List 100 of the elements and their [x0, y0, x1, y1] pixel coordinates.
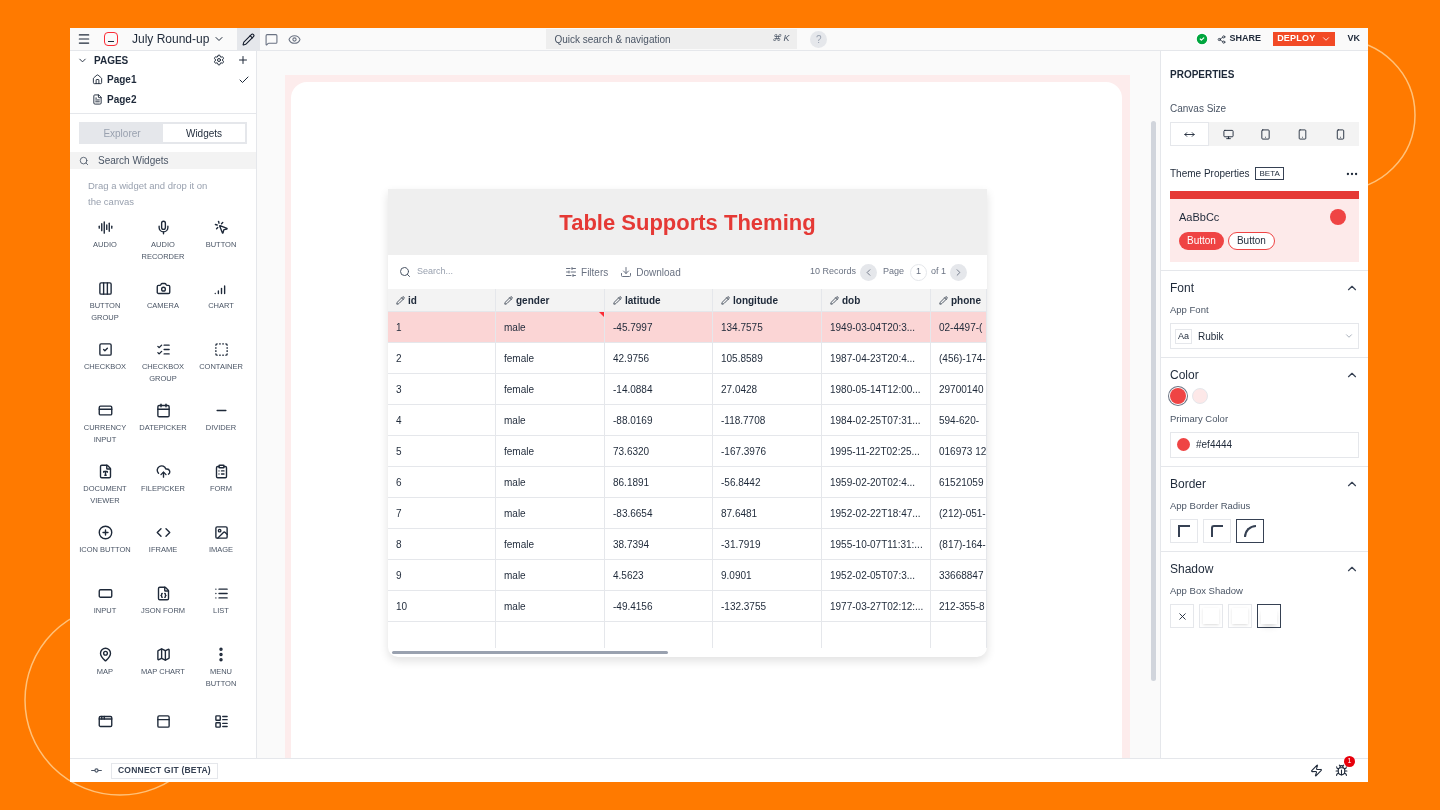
table-cell-text: female — [504, 444, 534, 459]
table-cell-text: 61521059 — [939, 475, 984, 490]
properties-title: PROPERTIES — [1170, 69, 1235, 80]
theme-sample-text: AaBbCc — [1179, 210, 1220, 225]
search-icon — [399, 266, 411, 278]
microphone-icon — [155, 220, 171, 235]
section-title: Shadow — [1170, 560, 1214, 578]
table-cell-text: male — [504, 599, 526, 614]
table-row[interactable]: 5 female 73.6320 -167.3976 1995-11-22T02:25... 016973 12 — [388, 436, 987, 467]
section-title: Border — [1170, 475, 1207, 493]
filter-icon — [565, 266, 578, 278]
download-button[interactable]: Download — [620, 264, 681, 280]
share-icon — [1216, 34, 1226, 44]
layout-list-icon — [213, 714, 229, 729]
border-radius-label: App Border Radius — [1170, 498, 1252, 513]
map-icon — [155, 647, 171, 662]
table-cell-text: female — [504, 537, 534, 552]
table-cell-text: male — [504, 320, 526, 335]
table-row[interactable]: 9 male 4.5623 9.0901 1952-02-05T07:3... 33668847 — [388, 560, 987, 591]
color-swatch[interactable] — [1192, 388, 1208, 405]
page-item[interactable]: Page2 — [70, 89, 256, 110]
app-name-dropdown[interactable]: July Round-up — [132, 30, 226, 48]
page-item[interactable]: Page1 — [70, 69, 256, 90]
edit-icon — [830, 295, 839, 305]
table-cell-text: 594-620- — [939, 413, 980, 428]
table-row[interactable]: 1 male -45.7997 134.7575 1949-03-04T20:3... 02-4497-( — [388, 312, 987, 343]
theme-preview-card[interactable]: AaBbCc Button Button — [1170, 191, 1359, 262]
input-icon — [97, 586, 113, 601]
table-row[interactable]: 7 male -83.6654 87.6481 1952-02-22T18:47... (212)-051- — [388, 498, 987, 529]
tablet-icon — [1297, 128, 1308, 140]
app-font-label: App Font — [1170, 303, 1210, 317]
column-title: latitude — [625, 293, 661, 308]
bug-icon[interactable] — [1335, 764, 1348, 777]
lightning-icon[interactable] — [1310, 764, 1323, 777]
widget-hint: Drag a widget and drop it on the canvas — [87, 179, 209, 209]
json-form-icon — [155, 586, 171, 601]
table-row[interactable]: 10 male -49.4156 -132.3755 1977-03-27T02:12:... 212-355-8 — [388, 591, 987, 622]
filters-button[interactable]: Filters — [565, 264, 609, 280]
plus-circle-icon — [97, 525, 113, 540]
font-prefix-badge: Aa — [1175, 328, 1192, 344]
table-row[interactable]: 3 female -14.0884 27.0428 1980-05-14T12:00... 29700140 — [388, 374, 987, 405]
table-cell-text: (456)-174- — [939, 351, 986, 366]
table-cell-text: 8 — [396, 537, 402, 552]
theme-properties-label: Theme Properties — [1170, 167, 1250, 181]
table-cell-text: 29700140 — [939, 382, 984, 397]
user-avatar[interactable]: VK — [1347, 32, 1360, 46]
column-header[interactable]: longitude — [713, 289, 822, 311]
table-cell-text: 4 — [396, 413, 402, 428]
share-button[interactable]: SHARE — [1216, 32, 1262, 46]
column-header[interactable]: phone — [931, 289, 987, 311]
color-swatch[interactable] — [1170, 388, 1186, 405]
table-cell-text: 87.6481 — [721, 506, 758, 521]
horizontal-scrollbar[interactable] — [392, 651, 668, 654]
quick-search-field[interactable]: Quick search & navigation ⌘ K — [546, 29, 798, 49]
edit-icon — [504, 295, 513, 305]
table-cell-text: -167.3976 — [721, 444, 767, 459]
menu-icon[interactable] — [77, 32, 91, 46]
primary-color-label: Primary Color — [1170, 412, 1230, 427]
app-logo-icon[interactable] — [104, 32, 118, 46]
table-cell-text: 1987-04-23T20:4... — [830, 351, 916, 366]
table-cell-text: 212-355-8 — [939, 599, 985, 614]
page-icon — [92, 94, 103, 105]
table-cell-text: 9.0901 — [721, 568, 752, 583]
connect-git-button[interactable]: CONNECT GIT (BETA) — [111, 762, 218, 779]
column-header[interactable]: dob — [822, 289, 931, 311]
edit-icon — [242, 32, 256, 46]
column-header[interactable]: latitude — [605, 289, 713, 311]
dashed-square-icon — [213, 342, 229, 357]
audio-icon — [97, 220, 113, 235]
table-cell-text: -83.6654 — [613, 506, 653, 521]
widget-search-field[interactable]: Search Widgets — [70, 152, 256, 169]
table-cell-text: (817)-164- — [939, 537, 986, 552]
settings-icon[interactable] — [213, 54, 225, 67]
table-row[interactable]: 4 male -88.0169 -118.7708 1984-02-25T07:31... 594-620- — [388, 405, 987, 436]
table-cell-text: 3 — [396, 382, 402, 397]
box-shadow-option[interactable] — [1257, 604, 1281, 628]
column-title: gender — [516, 293, 550, 308]
table-row[interactable]: 8 female 38.7394 -31.7919 1955-10-07T11:31:... (817)-164- — [388, 529, 987, 560]
add-page-icon[interactable] — [237, 54, 249, 67]
table-cell-text: 2 — [396, 351, 402, 366]
primary-color-field[interactable]: #ef4444 — [1170, 431, 1359, 458]
column-header[interactable]: gender — [496, 289, 605, 311]
table-cell-text: 6 — [396, 475, 402, 490]
font-select[interactable]: Aa Rubik — [1170, 323, 1359, 350]
border-radius-option[interactable] — [1236, 518, 1264, 543]
sidebar-tab[interactable]: Widgets — [163, 124, 245, 143]
table-row[interactable]: 6 male 86.1891 -56.8442 1959-02-20T02:4... 61521059 — [388, 467, 987, 498]
table-cell-text: -45.7997 — [613, 320, 653, 335]
table-cell-text: 10 — [396, 599, 408, 614]
column-header[interactable]: id — [388, 289, 496, 311]
outline-sample-button: Button — [1227, 231, 1275, 250]
deploy-button[interactable]: DEPLOY — [1273, 32, 1336, 46]
edit-icon — [939, 295, 948, 305]
table-row[interactable]: 2 female 42.9756 105.8589 1987-04-23T20:4... (456)-174- — [388, 343, 987, 374]
search-icon — [79, 155, 89, 166]
caret-icon — [1321, 34, 1332, 44]
corner-icon — [1178, 524, 1190, 537]
font-value: Rubik — [1198, 329, 1224, 344]
edit-mode-button[interactable] — [237, 28, 261, 50]
table-cell-text: 016973 12 — [939, 444, 986, 459]
